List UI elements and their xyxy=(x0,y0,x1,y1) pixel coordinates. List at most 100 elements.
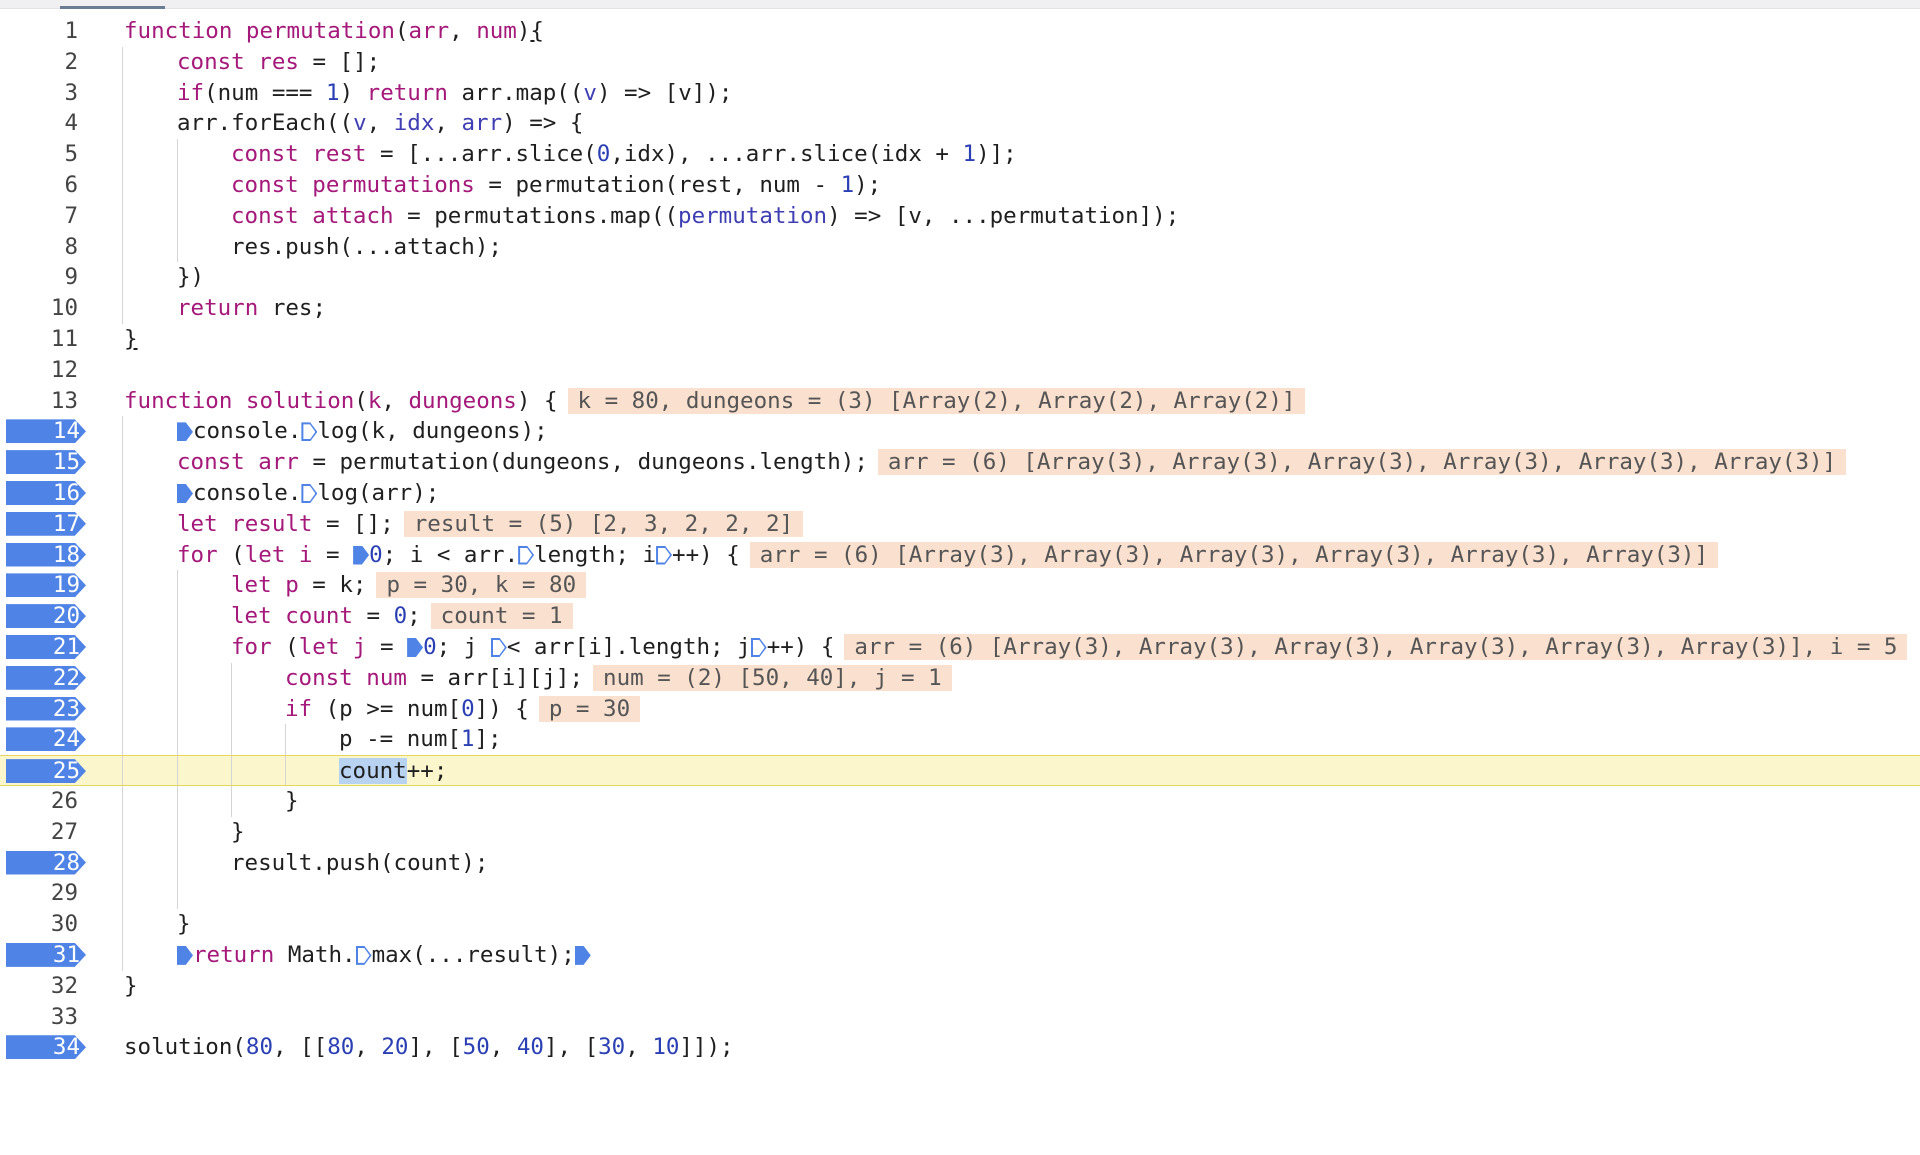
code-line[interactable]: 9 }) xyxy=(0,262,1920,294)
gutter[interactable]: 16 xyxy=(0,478,100,509)
inline-breakpoint-hollow-icon[interactable] xyxy=(750,637,767,657)
gutter[interactable]: 28 xyxy=(0,848,100,879)
code-line[interactable]: 19 let p = k; p = 30, k = 80 xyxy=(0,570,1920,602)
gutter[interactable]: 34 xyxy=(0,1032,100,1063)
code-line[interactable]: 23 if (p >= num[0]) {p = 30 xyxy=(0,693,1920,725)
gutter[interactable]: 1 xyxy=(0,16,100,47)
code-line[interactable]: 11 } xyxy=(0,324,1920,355)
code-line[interactable]: 1 function permutation(arr, num){ xyxy=(0,16,1920,47)
code-line[interactable]: 16 console. log(arr); xyxy=(0,477,1920,509)
code-text[interactable]: }) xyxy=(177,262,204,293)
code-line[interactable]: 4 arr.forEach((v, idx, arr) => { xyxy=(0,108,1920,140)
inline-breakpoint-icon[interactable] xyxy=(177,483,193,503)
code-text[interactable]: const arr = permutation(dungeons, dungeo… xyxy=(177,447,1847,478)
code-text[interactable]: const num = arr[i][j]; num = (2) [50, 40]… xyxy=(285,663,952,694)
code-text[interactable]: for (let j = 0; j < arr[i].length; j ++) … xyxy=(231,632,1908,663)
gutter[interactable]: 19 xyxy=(0,570,100,601)
gutter[interactable]: 12 xyxy=(0,355,100,386)
inline-breakpoint-hollow-icon[interactable] xyxy=(656,545,673,565)
inline-breakpoint-hollow-icon[interactable] xyxy=(490,637,507,657)
inline-breakpoint-icon[interactable] xyxy=(353,545,370,565)
code-line[interactable]: 5 const rest = [...arr.slice(0,idx), ...… xyxy=(0,139,1920,170)
code-text[interactable]: function permutation(arr, num){ xyxy=(124,16,544,47)
code-text[interactable]: if (p >= num[0]) {p = 30 xyxy=(285,694,641,725)
code-text[interactable]: } xyxy=(285,786,299,817)
code-text[interactable]: return res; xyxy=(177,293,326,324)
code-line[interactable]: 28 result.push(count); xyxy=(0,847,1920,879)
code-line[interactable]: 33 xyxy=(0,1002,1920,1033)
code-text[interactable]: let result = []; result = (5) [2, 3, 2, 2… xyxy=(177,509,804,540)
gutter[interactable]: 20 xyxy=(0,601,100,632)
code-line[interactable]: 2 const res = []; xyxy=(0,46,1920,78)
code-line[interactable]: 13 function solution(k, dungeons) {k = 8… xyxy=(0,386,1920,417)
gutter[interactable]: 29 xyxy=(0,878,100,909)
gutter[interactable]: 24 xyxy=(0,724,100,755)
code-line[interactable]: 15 const arr = permutation(dungeons, dun… xyxy=(0,447,1920,478)
gutter[interactable]: 23 xyxy=(0,694,100,725)
gutter[interactable]: 15 xyxy=(0,447,100,478)
code-text[interactable]: } xyxy=(124,971,138,1002)
code-line[interactable]: 14 console. log(k, dungeons); xyxy=(0,416,1920,448)
gutter[interactable]: 2 xyxy=(0,47,100,78)
code-text[interactable]: res.push(...attach); xyxy=(231,232,502,263)
code-line[interactable]: 10 return res; xyxy=(0,293,1920,324)
inline-breakpoint-hollow-icon[interactable] xyxy=(355,945,372,965)
inline-breakpoint-icon[interactable] xyxy=(574,945,591,965)
code-editor[interactable]: 1 function permutation(arr, num){ 2 cons… xyxy=(0,16,1920,1063)
code-text[interactable]: count++; xyxy=(339,756,447,787)
gutter[interactable]: 26 xyxy=(0,786,100,817)
gutter[interactable]: 33 xyxy=(0,1002,100,1033)
code-text[interactable]: } xyxy=(177,909,191,940)
code-line[interactable]: 24 p -= num[1]; xyxy=(0,724,1920,756)
code-line[interactable]: 30 } xyxy=(0,909,1920,940)
code-text[interactable]: const rest = [...arr.slice(0,idx), ...ar… xyxy=(231,139,1017,170)
code-text[interactable]: } xyxy=(231,817,245,848)
gutter[interactable]: 25 xyxy=(0,756,100,785)
gutter[interactable]: 4 xyxy=(0,108,100,139)
gutter[interactable]: 6 xyxy=(0,170,100,201)
code-text[interactable]: const attach = permutations.map((permuta… xyxy=(231,201,1179,232)
code-text[interactable]: const permutations = permutation(rest, n… xyxy=(231,170,881,201)
code-text[interactable]: result.push(count); xyxy=(231,848,488,879)
code-line[interactable]: 8 res.push(...attach); xyxy=(0,231,1920,263)
code-line[interactable]: 12 xyxy=(0,355,1920,386)
code-text[interactable]: if(num === 1) return arr.map((v) => [v])… xyxy=(177,78,732,109)
code-text[interactable]: console. log(k, dungeons); xyxy=(177,416,548,447)
code-line[interactable]: 31 return Math. max(...result); xyxy=(0,939,1920,971)
inline-breakpoint-hollow-icon[interactable] xyxy=(301,422,318,442)
gutter[interactable]: 31 xyxy=(0,940,100,971)
code-line[interactable]: 7 const attach = permutations.map((permu… xyxy=(0,200,1920,232)
code-text[interactable]: console. log(arr); xyxy=(177,478,439,509)
gutter[interactable]: 21 xyxy=(0,632,100,663)
gutter[interactable]: 10 xyxy=(0,293,100,324)
gutter[interactable]: 32 xyxy=(0,971,100,1002)
gutter[interactable]: 27 xyxy=(0,817,100,848)
gutter[interactable]: 8 xyxy=(0,232,100,263)
inline-breakpoint-icon[interactable] xyxy=(177,945,193,965)
code-line[interactable]: 34 solution(80, [[80, 20], [50, 40], [30… xyxy=(0,1032,1920,1063)
code-text[interactable]: p -= num[1]; xyxy=(339,724,502,755)
code-line[interactable]: 17 let result = []; result = (5) [2, 3, 2… xyxy=(0,508,1920,540)
gutter[interactable]: 11 xyxy=(0,324,100,355)
gutter[interactable]: 7 xyxy=(0,201,100,232)
gutter[interactable]: 3 xyxy=(0,78,100,109)
inline-breakpoint-hollow-icon[interactable] xyxy=(301,483,318,503)
gutter[interactable]: 14 xyxy=(0,416,100,447)
selected-token[interactable]: count xyxy=(339,758,407,785)
gutter[interactable]: 13 xyxy=(0,386,100,417)
code-text[interactable]: const res = []; xyxy=(177,47,380,78)
code-line[interactable]: 26 } xyxy=(0,785,1920,817)
code-line[interactable]: 29 xyxy=(0,878,1920,910)
code-line[interactable]: 6 const permutations = permutation(rest,… xyxy=(0,169,1920,201)
code-line[interactable]: 18 for (let i = 0; i < arr. length; i ++) … xyxy=(0,539,1920,571)
code-line[interactable]: 27 } xyxy=(0,816,1920,848)
inline-breakpoint-icon[interactable] xyxy=(407,637,424,657)
code-line[interactable]: 20 let count = 0; count = 1 xyxy=(0,601,1920,632)
inline-breakpoint-hollow-icon[interactable] xyxy=(518,545,535,565)
code-text[interactable]: } xyxy=(124,324,138,355)
code-line[interactable]: 22 const num = arr[i][j]; num = (2) [50, … xyxy=(0,662,1920,694)
gutter[interactable]: 17 xyxy=(0,509,100,540)
code-text[interactable]: for (let i = 0; i < arr. length; i ++) {ar… xyxy=(177,540,1719,571)
code-line[interactable]: 3 if(num === 1) return arr.map((v) => [v… xyxy=(0,77,1920,109)
code-text[interactable]: solution(80, [[80, 20], [50, 40], [30, 1… xyxy=(124,1032,734,1063)
